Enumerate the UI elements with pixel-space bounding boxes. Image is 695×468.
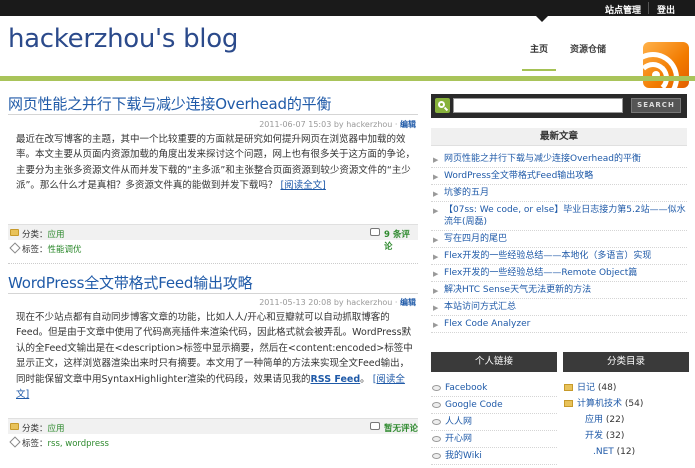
comment-icon: [370, 228, 380, 236]
chevron-right-icon: ▶: [433, 253, 439, 261]
link-item-kaixin[interactable]: 开心网: [431, 431, 557, 448]
blog-title[interactable]: hackerzhou's blog: [8, 24, 238, 54]
nav-home[interactable]: 主页: [530, 42, 548, 55]
post-tags-bar: 标签：rss, wordpress: [8, 434, 418, 450]
link-item-renren[interactable]: 人人网: [431, 414, 557, 431]
folder-icon: [10, 423, 19, 430]
post-category-bar: 分类：应用 9 条评论: [8, 224, 418, 252]
tag-link[interactable]: 性能调优: [48, 245, 82, 255]
recent-post-item[interactable]: ▶ 网页性能之并行下载与减少连接Overhead的平衡: [431, 151, 687, 168]
link-item-wiki[interactable]: 我的Wiki: [431, 448, 557, 465]
search-icon[interactable]: [435, 98, 450, 113]
tags-label: 标签：性能调优: [22, 245, 82, 255]
post-excerpt: 最近在改写博客的主题，其中一个比较重要的方面就是研究如何提升网页在浏览器中加载的…: [16, 132, 416, 194]
category-item[interactable]: 开发 (32): [563, 428, 689, 444]
link-icon: [432, 402, 441, 408]
recent-post-item[interactable]: ▶ Flex开发的一些经验总结——本地化（多语言）实现: [431, 248, 687, 265]
chevron-right-icon: ▶: [433, 270, 439, 278]
category-link[interactable]: 应用: [48, 424, 65, 434]
recent-post-item[interactable]: ▶ 写在四月的尾巴: [431, 231, 687, 248]
recent-post-item[interactable]: ▶ 坑爹的五月: [431, 185, 687, 202]
category-item[interactable]: 应用 (22): [563, 412, 689, 428]
recent-post-item[interactable]: ▶ 本站访问方式汇总: [431, 299, 687, 316]
chevron-right-icon: ▶: [433, 304, 439, 312]
post-category-bar: 分类：应用 暂无评论: [8, 418, 418, 434]
chevron-right-icon: ▶: [433, 207, 439, 215]
recent-post-item[interactable]: ▶ Flex开发的一些经验总结——Remote Object篇: [431, 265, 687, 282]
links-heading: 个人链接: [431, 352, 557, 372]
nav-resources[interactable]: 资源仓储: [570, 42, 606, 55]
link-icon: [432, 419, 441, 425]
post-date-author: 2011-06-07 15:03 by hackerzhou ·: [259, 120, 400, 129]
post-tags-bar: 标签：性能调优: [8, 240, 418, 256]
category-link[interactable]: 应用: [48, 230, 65, 240]
recent-posts-list: ▶ 网页性能之并行下载与减少连接Overhead的平衡 ▶ WordPress全文带…: [431, 151, 687, 333]
rss-feed-link[interactable]: RSS Feed: [310, 374, 360, 385]
chevron-right-icon: ▶: [433, 156, 439, 164]
link-icon: [432, 453, 441, 459]
post-title[interactable]: WordPress全文带格式Feed输出攻略: [8, 272, 253, 293]
post-excerpt: 现在不少站点都有自动同步博客文章的功能，比如人人/开心和豆瓣就可以自动抓取博客的…: [16, 312, 413, 401]
category-item[interactable]: .NET (12): [563, 444, 689, 460]
nav-active-underline: [522, 69, 556, 71]
recent-post-item[interactable]: ▶ Flex Code Analyzer: [431, 316, 687, 333]
header-divider: [0, 76, 695, 81]
post-title-divider: [8, 114, 418, 115]
category-item[interactable]: 计算机技术 (54): [563, 396, 689, 412]
site-header: hackerzhou's blog 主页 资源仓储: [0, 16, 695, 88]
links-list: Facebook Google Code 人人网 开心网 我的Wiki: [431, 380, 557, 465]
category-label: 分类：应用: [22, 230, 65, 240]
logout-link[interactable]: 登出: [657, 3, 675, 16]
folder-icon: [564, 400, 573, 407]
post-date-author: 2011-05-13 20:08 by hackerzhou ·: [259, 298, 400, 307]
topbar-separator: [648, 2, 649, 14]
post-title[interactable]: 网页性能之并行下载与减少连接Overhead的平衡: [8, 93, 331, 114]
tag-link[interactable]: rss, wordpress: [48, 439, 109, 449]
recent-post-item[interactable]: ▶ 【07ss: We code, or else】毕业日志接力第5.2站——似水…: [431, 202, 687, 231]
edit-link[interactable]: 编辑: [400, 298, 416, 307]
edit-link[interactable]: 编辑: [400, 120, 416, 129]
site-admin-link[interactable]: 站点管理: [605, 3, 641, 16]
rss-feed-icon[interactable]: [643, 42, 689, 88]
comment-icon: [370, 422, 380, 430]
top-bar: 站点管理 登出: [0, 0, 695, 16]
categories-list: 日记 (48) 计算机技术 (54) 应用 (22) 开发 (32) .NET …: [563, 380, 689, 460]
chevron-right-icon: ▶: [433, 236, 439, 244]
link-icon: [432, 436, 441, 442]
category-label: 分类：应用: [22, 424, 65, 434]
nav-active-indicator: [536, 16, 548, 22]
read-more-link[interactable]: [阅读全文]: [280, 180, 325, 191]
search-button[interactable]: SEARCH: [631, 98, 681, 113]
tag-icon: [9, 242, 21, 254]
tags-label: 标签：rss, wordpress: [22, 439, 109, 449]
folder-icon: [10, 229, 19, 236]
post-title-divider: [8, 293, 418, 294]
chevron-right-icon: ▶: [433, 321, 439, 329]
link-item-google-code[interactable]: Google Code: [431, 397, 557, 414]
comment-count-link[interactable]: 暂无评论: [384, 422, 418, 434]
link-item-facebook[interactable]: Facebook: [431, 380, 557, 397]
recent-post-item[interactable]: ▶ WordPress全文带格式Feed输出攻略: [431, 168, 687, 185]
category-item[interactable]: 日记 (48): [563, 380, 689, 396]
search-input[interactable]: [453, 98, 623, 113]
post-meta: 2011-06-07 15:03 by hackerzhou · 编辑: [0, 119, 416, 130]
recent-posts-heading: 最新文章: [431, 128, 687, 146]
post-excerpt-text: 最近在改写博客的主题，其中一个比较重要的方面就是研究如何提升网页在浏览器中加载的…: [16, 134, 416, 192]
folder-icon: [564, 384, 573, 391]
post-meta: 2011-05-13 20:08 by hackerzhou · 编辑: [0, 297, 416, 308]
tag-icon: [9, 436, 21, 448]
categories-heading: 分类目录: [563, 352, 689, 372]
search-box: SEARCH: [431, 94, 687, 118]
chevron-right-icon: ▶: [433, 190, 439, 198]
post-separator: [8, 263, 418, 264]
recent-post-item[interactable]: ▶ 解决HTC Sense天气无法更新的方法: [431, 282, 687, 299]
link-icon: [432, 385, 441, 391]
chevron-right-icon: ▶: [433, 173, 439, 181]
chevron-right-icon: ▶: [433, 287, 439, 295]
